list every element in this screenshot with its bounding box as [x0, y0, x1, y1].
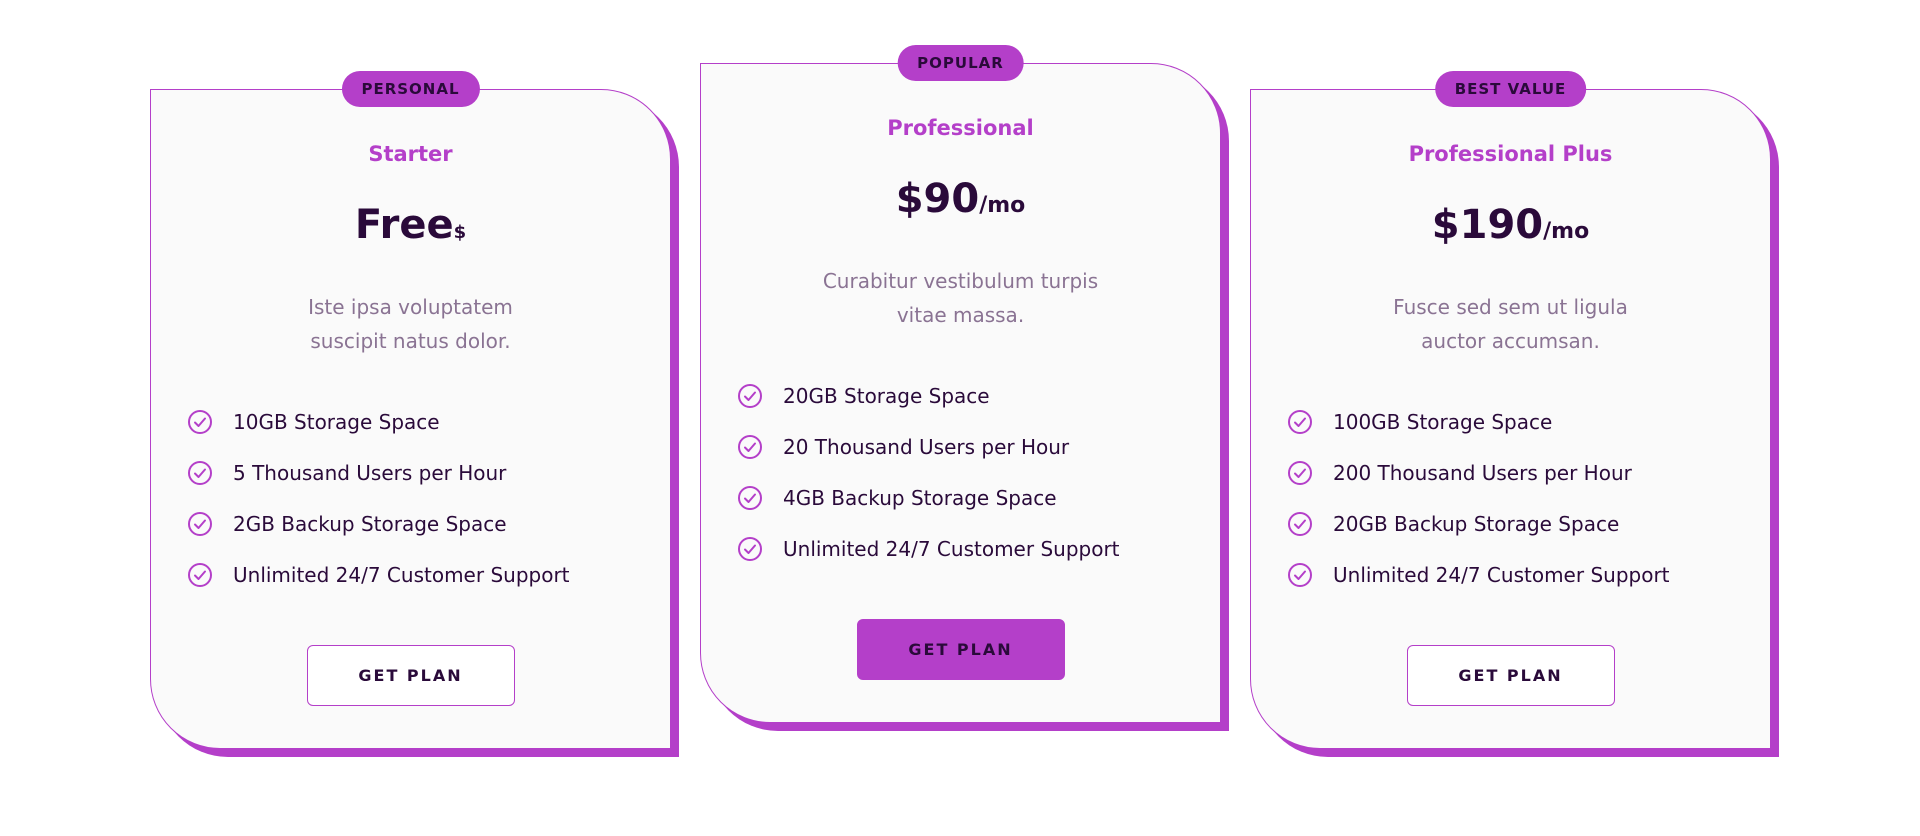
check-circle-icon	[1288, 460, 1312, 485]
feature-item: 10GB Storage Space	[187, 396, 570, 447]
plan-badge: POPULAR	[897, 45, 1024, 81]
feature-label: 10GB Storage Space	[233, 409, 440, 434]
plan-price: $190/mo	[1251, 200, 1770, 257]
price-unit: $	[453, 222, 467, 243]
check-circle-icon	[738, 485, 762, 510]
feature-item: 200 Thousand Users per Hour	[1287, 447, 1670, 498]
get-plan-button[interactable]: GET PLAN	[306, 645, 515, 706]
feature-label: Unlimited 24/7 Customer Support	[783, 536, 1120, 561]
feature-label: 200 Thousand Users per Hour	[1333, 460, 1632, 485]
feature-item: 20GB Storage Space	[737, 370, 1120, 421]
feature-item: 2GB Backup Storage Space	[187, 498, 570, 549]
get-plan-button[interactable]: GET PLAN	[856, 619, 1065, 680]
check-circle-icon	[188, 511, 212, 536]
check-circle-icon	[1288, 562, 1312, 587]
feature-item: 5 Thousand Users per Hour	[187, 447, 570, 498]
plan-name: Professional	[887, 116, 1034, 140]
plan-description: Fusce sed sem ut ligula auctor accumsan.	[1393, 295, 1628, 353]
check-circle-icon	[188, 562, 212, 587]
plan-badge: BEST VALUE	[1434, 71, 1587, 107]
feature-label: 4GB Backup Storage Space	[783, 485, 1057, 510]
pricing-card-starter: PERSONAL Starter Free$ Iste ipsa volupta…	[150, 71, 671, 749]
feature-label: 100GB Storage Space	[1333, 409, 1553, 434]
feature-list: 20GB Storage Space 20 Thousand Users per…	[737, 370, 1120, 574]
plan-badge: PERSONAL	[341, 71, 480, 107]
price-amount: Free	[354, 202, 454, 248]
plan-name: Professional Plus	[1408, 142, 1613, 166]
feature-label: 20GB Storage Space	[783, 383, 990, 408]
check-circle-icon	[1288, 409, 1312, 434]
check-circle-icon	[738, 383, 762, 408]
pricing-section: PERSONAL Starter Free$ Iste ipsa volupta…	[0, 0, 1920, 836]
feature-item: Unlimited 24/7 Customer Support	[737, 523, 1120, 574]
pricing-card-professional: POPULAR Professional $90/mo Curabitur ve…	[700, 45, 1221, 723]
check-circle-icon	[1288, 511, 1312, 536]
feature-item: 100GB Storage Space	[1287, 396, 1670, 447]
plan-price: $90/mo	[701, 174, 1220, 231]
feature-label: Unlimited 24/7 Customer Support	[1333, 562, 1670, 587]
check-circle-icon	[738, 434, 762, 459]
feature-label: Unlimited 24/7 Customer Support	[233, 562, 570, 587]
feature-item: Unlimited 24/7 Customer Support	[1287, 549, 1670, 600]
feature-label: 5 Thousand Users per Hour	[233, 460, 507, 485]
plan-price: Free$	[151, 200, 670, 258]
feature-label: 2GB Backup Storage Space	[233, 511, 507, 536]
price-unit: /mo	[1543, 219, 1590, 244]
feature-label: 20 Thousand Users per Hour	[783, 434, 1070, 459]
feature-item: Unlimited 24/7 Customer Support	[187, 549, 570, 600]
price-amount: $190	[1431, 202, 1544, 248]
plan-description: Iste ipsa voluptatem suscipit natus dolo…	[308, 295, 513, 353]
plan-name: Starter	[368, 142, 453, 166]
feature-list: 10GB Storage Space 5 Thousand Users per …	[187, 396, 570, 600]
get-plan-button[interactable]: GET PLAN	[1406, 645, 1615, 706]
feature-list: 100GB Storage Space 200 Thousand Users p…	[1287, 396, 1670, 600]
feature-label: 20GB Backup Storage Space	[1333, 511, 1620, 536]
pricing-card-professional-plus: BEST VALUE Professional Plus $190/mo Fus…	[1250, 71, 1771, 749]
feature-item: 20GB Backup Storage Space	[1287, 498, 1670, 549]
price-amount: $90	[895, 176, 980, 222]
price-unit: /mo	[979, 193, 1026, 218]
feature-item: 4GB Backup Storage Space	[737, 472, 1120, 523]
check-circle-icon	[188, 409, 212, 434]
plan-description: Curabitur vestibulum turpis vitae massa.	[822, 269, 1099, 327]
check-circle-icon	[188, 460, 212, 485]
check-circle-icon	[738, 536, 762, 561]
feature-item: 20 Thousand Users per Hour	[737, 421, 1120, 472]
